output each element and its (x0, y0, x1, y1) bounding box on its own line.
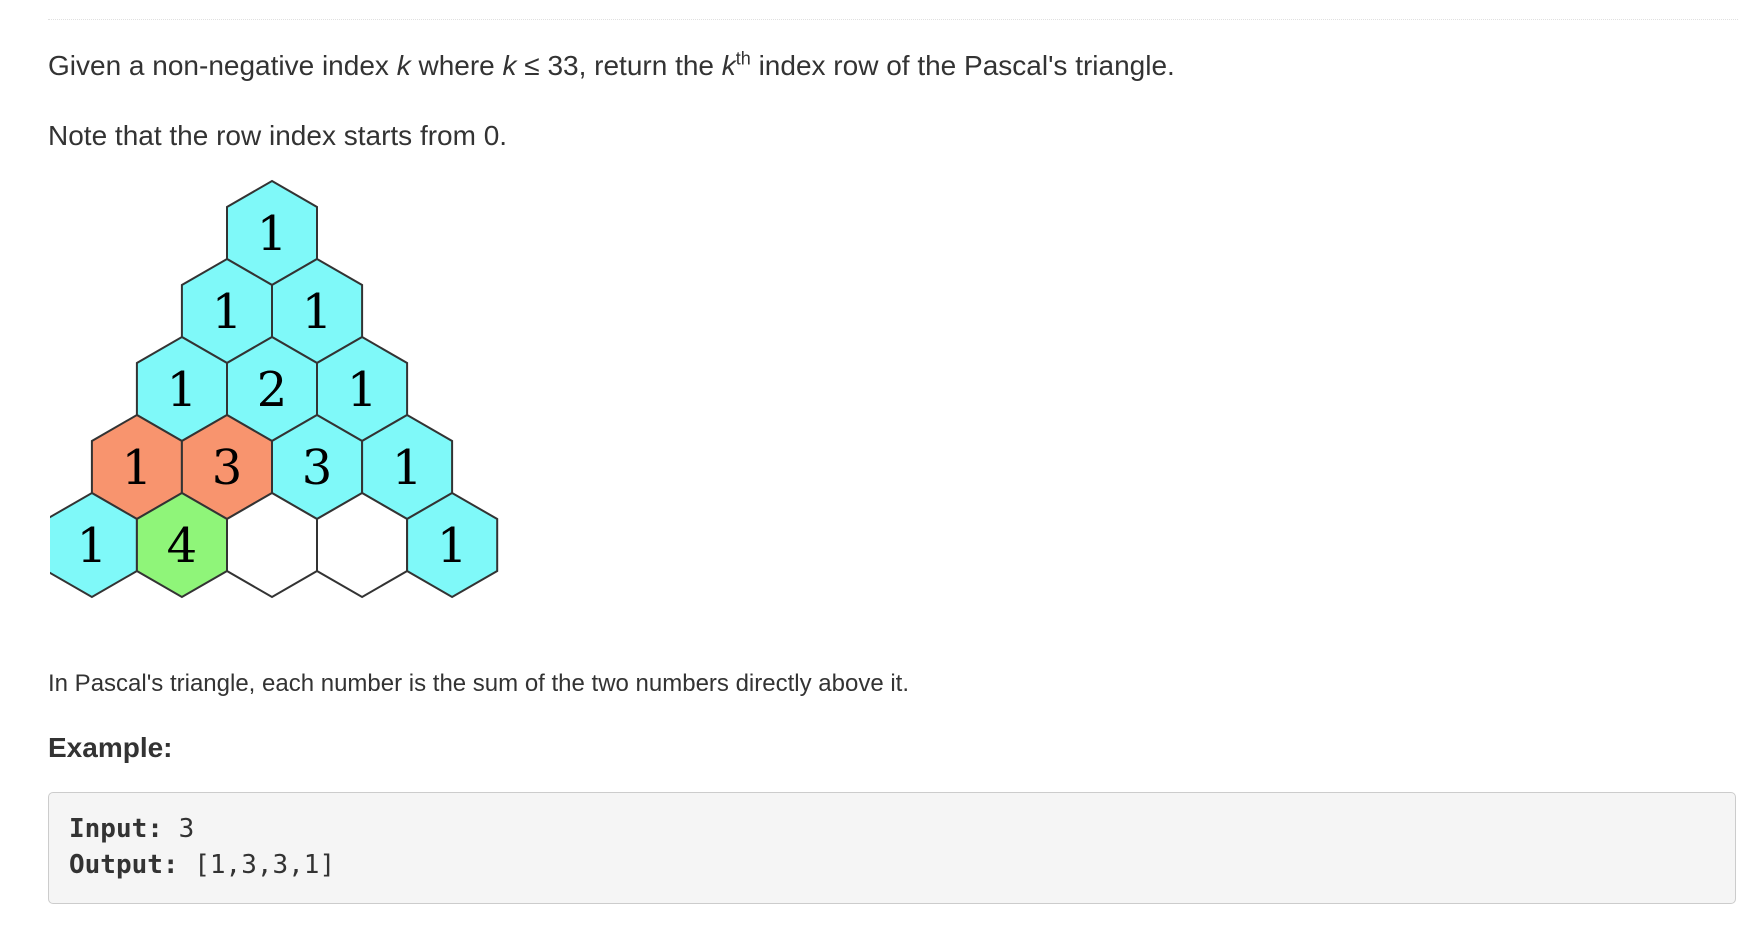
example-heading: Example: (48, 732, 173, 763)
triangle-cell-label: 1 (257, 206, 288, 262)
problem-var-k: k (721, 50, 736, 81)
example-input-line: Input: 3 (69, 811, 1735, 847)
problem-superscript-th: th (735, 48, 751, 69)
triangle-cell-label: 1 (347, 362, 378, 418)
output-label: Output: (69, 850, 179, 880)
example-output-line: Output: [1,3,3,1] (69, 847, 1735, 883)
triangle-cell-label: 1 (167, 362, 198, 418)
problem-var-k: k (502, 50, 517, 81)
triangle-cell-label: 4 (167, 518, 198, 574)
input-label: Input: (69, 814, 163, 844)
triangle-caption: In Pascal's triangle, each number is the… (48, 670, 909, 697)
triangle-cell-label: 2 (257, 362, 288, 418)
triangle-cell-label: 1 (77, 518, 108, 574)
input-value: 3 (162, 814, 195, 844)
triangle-cell-label: 1 (122, 440, 153, 496)
problem-text-rest: index row of the Pascal's triangle. (750, 50, 1175, 81)
pascal-triangle-image: 11 11 2 11 3 3 11 4 1 (50, 179, 499, 599)
problem-note: Note that the row index starts from 0. (48, 120, 508, 151)
top-divider (48, 19, 1738, 20)
problem-text-given: Given a non-negative index (48, 50, 397, 81)
triangle-cell-label: 1 (302, 284, 333, 340)
triangle-cell-label: 1 (212, 284, 243, 340)
problem-text-where: where (410, 50, 503, 81)
example-code-block: Input: 3 Output: [1,3,3,1] (48, 792, 1736, 904)
triangle-cell-label: 3 (212, 440, 243, 496)
problem-statement: Given a non-negative index k where k ≤ 3… (48, 49, 1175, 83)
triangle-cell-label: 1 (437, 518, 468, 574)
triangle-cell-label: 1 (392, 440, 423, 496)
output-value: [1,3,3,1] (178, 850, 336, 880)
problem-var-k: k (396, 50, 411, 81)
triangle-cell-label: 3 (302, 440, 333, 496)
problem-text-constraint: ≤ 33, return the (516, 50, 722, 81)
